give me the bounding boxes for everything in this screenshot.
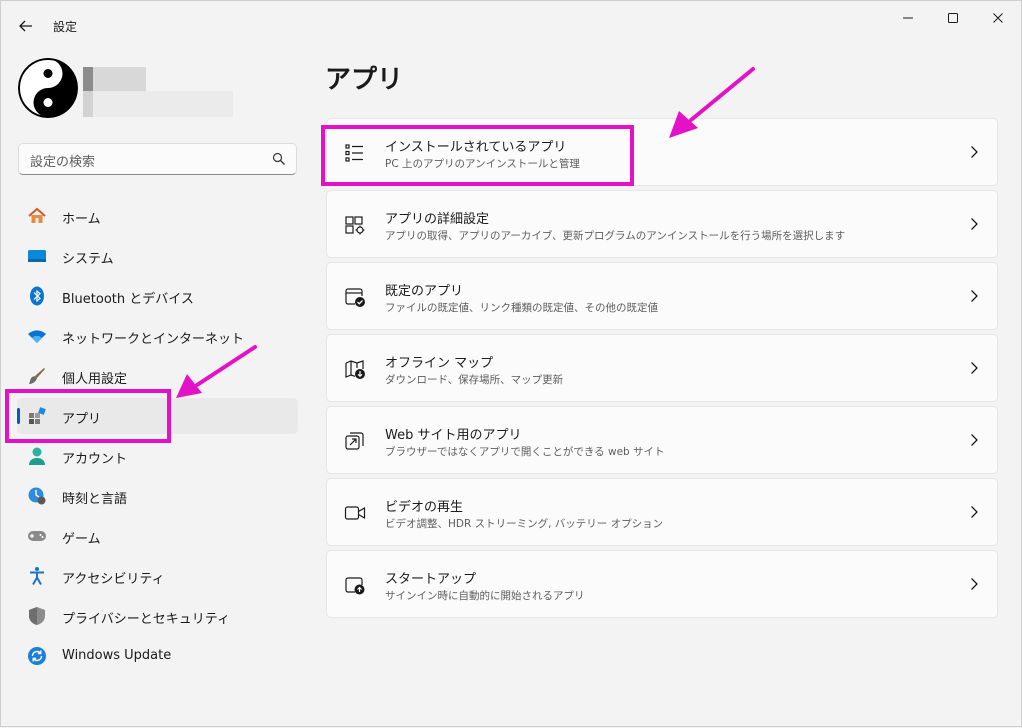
wifi-icon [27, 326, 47, 346]
chevron-right-icon [971, 362, 978, 374]
installed-apps-list-icon [345, 144, 363, 162]
close-button[interactable] [976, 5, 1020, 31]
close-icon [993, 13, 1003, 23]
time-language-icon [27, 486, 47, 506]
sidebar-item-bluetooth[interactable]: Bluetooth とデバイス [17, 278, 298, 314]
gamepad-icon [27, 526, 47, 546]
accessibility-icon [27, 566, 47, 586]
home-icon [27, 206, 47, 226]
sidebar-item-windows-update[interactable]: Windows Update [17, 638, 298, 674]
default-apps-icon [345, 288, 365, 307]
selected-indicator [17, 408, 20, 424]
settings-window: 設定 設定の検索 ホーム システム Bluetooth とデバイス ネットワーク… [0, 0, 1022, 727]
window-title: 設定 [53, 20, 78, 34]
chevron-right-icon [971, 146, 978, 158]
maximize-button[interactable] [931, 5, 975, 31]
offline-maps-icon [345, 360, 365, 379]
chevron-right-icon [971, 290, 978, 302]
sidebar-item-time-language[interactable]: 時刻と言語 [17, 478, 298, 514]
sidebar-item-apps[interactable]: アプリ [17, 398, 298, 434]
paintbrush-icon [27, 366, 47, 386]
chevron-right-icon [971, 506, 978, 518]
sidebar-item-system[interactable]: システム [17, 238, 298, 274]
minimize-icon [903, 17, 913, 19]
avatar[interactable] [18, 58, 78, 118]
chevron-right-icon [971, 578, 978, 590]
startup-icon [345, 577, 365, 595]
sidebar-item-home[interactable]: ホーム [17, 198, 298, 234]
card-video-playback[interactable]: ビデオの再生 ビデオ調整、HDR ストリーミング, バッテリー オプション [326, 478, 998, 546]
sidebar-item-privacy[interactable]: プライバシーとセキュリティ [17, 598, 298, 634]
card-installed-apps[interactable]: インストールされているアプリ PC 上のアプリのアンインストールと管理 [326, 118, 998, 186]
windows-update-icon [27, 646, 47, 666]
sidebar-item-accounts[interactable]: アカウント [17, 438, 298, 474]
back-arrow-icon [19, 20, 32, 32]
card-advanced-app-settings[interactable]: アプリの詳細設定 アプリの取得、アプリのアーカイブ、更新プログラムのアンインスト… [326, 190, 998, 258]
card-apps-for-websites[interactable]: Web サイト用のアプリ ブラウザーではなくアプリで開くことができる web サ… [326, 406, 998, 474]
video-playback-icon [344, 506, 366, 520]
sidebar-item-gaming[interactable]: ゲーム [17, 518, 298, 554]
title-bar: 設定 [1, 1, 1021, 47]
chevron-right-icon [971, 434, 978, 446]
back-button[interactable] [13, 13, 39, 39]
page-title: アプリ [325, 65, 404, 95]
bluetooth-icon [27, 286, 47, 306]
maximize-icon [948, 13, 958, 23]
search-placeholder: 設定の検索 [30, 155, 96, 170]
apps-icon [27, 406, 47, 426]
system-icon [27, 246, 47, 266]
apps-for-websites-icon [345, 432, 364, 450]
search-icon [272, 152, 285, 165]
advanced-app-settings-icon [345, 216, 365, 235]
card-offline-maps[interactable]: オフライン マップ ダウンロード、保存場所、マップ更新 [326, 334, 998, 402]
card-default-apps[interactable]: 既定のアプリ ファイルの既定値、リンク種類の既定値、その他の既定値 [326, 262, 998, 330]
chevron-right-icon [971, 218, 978, 230]
card-startup[interactable]: スタートアップ サインイン時に自動的に開始されるアプリ [326, 550, 998, 618]
minimize-button[interactable] [886, 5, 930, 31]
yin-yang-avatar-icon [18, 58, 78, 118]
shield-icon [27, 606, 47, 626]
account-icon [27, 446, 47, 466]
sidebar-item-accessibility[interactable]: アクセシビリティ [17, 558, 298, 594]
sidebar-item-personalization[interactable]: 個人用設定 [17, 358, 298, 394]
search-input[interactable]: 設定の検索 [18, 143, 297, 175]
sidebar-item-network[interactable]: ネットワークとインターネット [17, 318, 298, 354]
